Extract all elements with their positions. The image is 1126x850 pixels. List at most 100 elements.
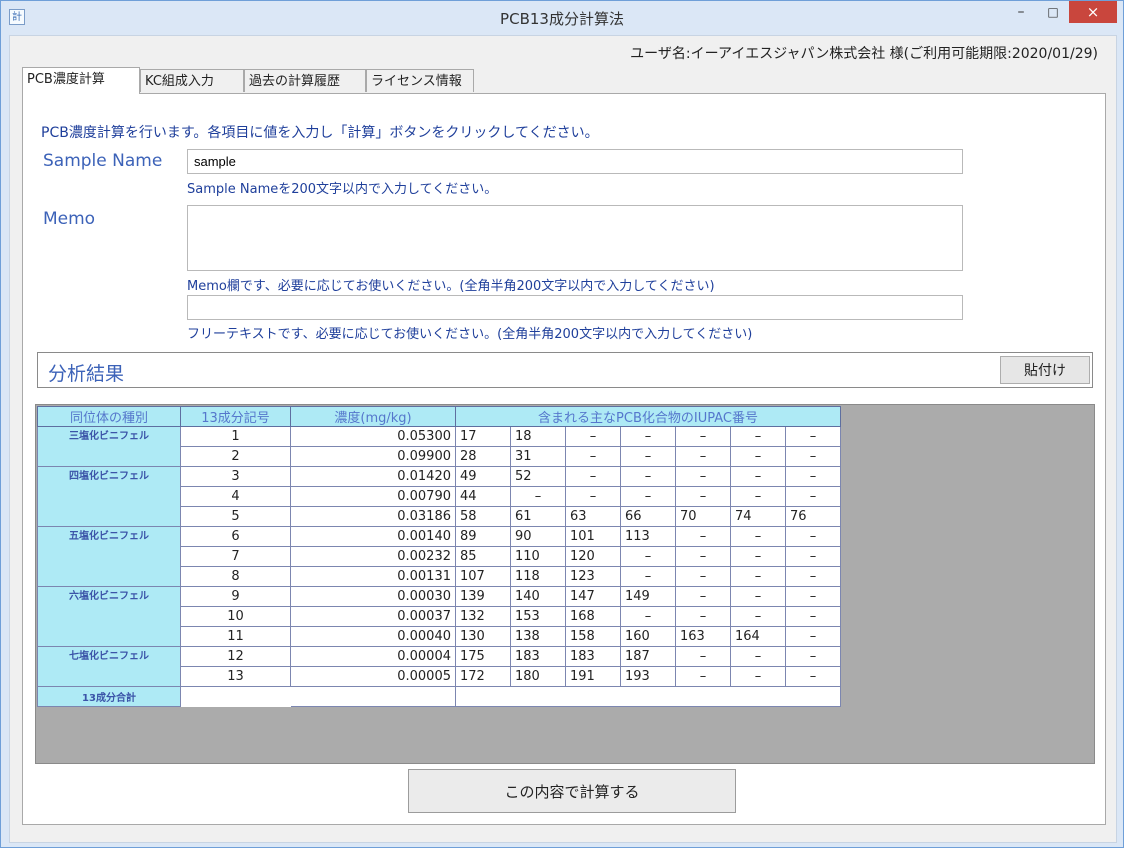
iupac-cell[interactable]: – <box>785 446 841 467</box>
iupac-cell[interactable]: – <box>565 446 621 467</box>
isomer-group-cell[interactable]: 六塩化ビニフェル <box>37 586 181 647</box>
iupac-cell[interactable]: 163 <box>675 626 731 647</box>
code-cell[interactable]: 5 <box>180 506 291 527</box>
iupac-cell[interactable]: 147 <box>565 586 621 607</box>
code-cell[interactable]: 3 <box>180 466 291 487</box>
iupac-cell[interactable]: 172 <box>455 666 511 687</box>
memo-textarea[interactable] <box>187 205 963 271</box>
iupac-cell[interactable]: – <box>785 626 841 647</box>
tab-history[interactable]: 過去の計算履歴 <box>244 69 366 92</box>
iupac-cell[interactable]: 183 <box>510 646 566 667</box>
concentration-cell[interactable]: 0.00004 <box>290 646 456 667</box>
iupac-cell[interactable]: – <box>785 646 841 667</box>
code-cell[interactable]: 1 <box>180 426 291 447</box>
tab-kc-composition[interactable]: KC組成入力 <box>140 69 244 92</box>
iupac-cell[interactable]: 139 <box>455 586 511 607</box>
iupac-cell[interactable]: 107 <box>455 566 511 587</box>
iupac-cell[interactable]: 76 <box>785 506 841 527</box>
iupac-cell[interactable]: 49 <box>455 466 511 487</box>
iupac-cell[interactable]: – <box>675 526 731 547</box>
iupac-cell[interactable]: 153 <box>510 606 566 627</box>
iupac-cell[interactable]: 120 <box>565 546 621 567</box>
concentration-cell[interactable]: 0.09900 <box>290 446 456 467</box>
iupac-cell[interactable]: – <box>675 446 731 467</box>
iupac-cell[interactable]: 18 <box>510 426 566 447</box>
iupac-cell[interactable]: 110 <box>510 546 566 567</box>
code-cell[interactable]: 6 <box>180 526 291 547</box>
iupac-cell[interactable]: 193 <box>620 666 676 687</box>
iupac-cell[interactable]: – <box>730 446 786 467</box>
paste-button[interactable]: 貼付け <box>1000 356 1090 384</box>
iupac-cell[interactable]: – <box>620 466 676 487</box>
iupac-cell[interactable]: – <box>785 526 841 547</box>
iupac-cell[interactable]: – <box>675 586 731 607</box>
iupac-cell[interactable]: 52 <box>510 466 566 487</box>
concentration-cell[interactable]: 0.05300 <box>290 426 456 447</box>
iupac-cell[interactable]: 149 <box>620 586 676 607</box>
iupac-cell[interactable]: – <box>675 466 731 487</box>
col-header-iupac[interactable]: 含まれる主なPCB化合物のIUPAC番号 <box>455 406 841 427</box>
code-cell[interactable]: 7 <box>180 546 291 567</box>
iupac-cell[interactable]: 132 <box>455 606 511 627</box>
iupac-cell[interactable]: – <box>730 566 786 587</box>
iupac-cell[interactable]: 44 <box>455 486 511 507</box>
iupac-cell[interactable]: – <box>730 486 786 507</box>
calculate-button[interactable]: この内容で計算する <box>408 769 736 813</box>
iupac-cell[interactable]: 63 <box>565 506 621 527</box>
iupac-cell[interactable]: 89 <box>455 526 511 547</box>
iupac-cell[interactable]: – <box>675 486 731 507</box>
iupac-cell[interactable]: 123 <box>565 566 621 587</box>
code-cell[interactable]: 10 <box>180 606 291 627</box>
iupac-cell[interactable]: 101 <box>565 526 621 547</box>
isomer-group-cell[interactable]: 三塩化ビニフェル <box>37 426 181 467</box>
iupac-cell[interactable]: – <box>620 426 676 447</box>
col-header-isomer-type[interactable]: 同位体の種別 <box>37 406 181 427</box>
iupac-cell[interactable]: – <box>730 466 786 487</box>
iupac-cell[interactable]: 90 <box>510 526 566 547</box>
iupac-cell[interactable]: – <box>620 606 676 627</box>
iupac-cell[interactable]: – <box>730 646 786 667</box>
free-text-input[interactable] <box>187 295 963 320</box>
results-table[interactable]: 同位体の種別 13成分記号 濃度(mg/kg) 含まれる主なPCB化合物のIUP… <box>37 406 841 707</box>
iupac-cell[interactable]: – <box>565 486 621 507</box>
col-header-concentration[interactable]: 濃度(mg/kg) <box>290 406 456 427</box>
iupac-cell[interactable]: – <box>620 546 676 567</box>
iupac-cell[interactable]: 158 <box>565 626 621 647</box>
minimize-button[interactable]: – <box>1007 1 1035 23</box>
code-cell[interactable]: 12 <box>180 646 291 667</box>
iupac-cell[interactable]: – <box>785 566 841 587</box>
total-code-cell[interactable] <box>180 686 291 707</box>
isomer-group-cell[interactable]: 七塩化ビニフェル <box>37 646 181 687</box>
iupac-cell[interactable]: – <box>565 466 621 487</box>
iupac-cell[interactable]: – <box>620 486 676 507</box>
iupac-cell[interactable]: – <box>785 426 841 447</box>
iupac-cell[interactable]: 17 <box>455 426 511 447</box>
iupac-cell[interactable]: 180 <box>510 666 566 687</box>
concentration-cell[interactable]: 0.00131 <box>290 566 456 587</box>
total-iupac-cell[interactable] <box>455 686 841 707</box>
iupac-cell[interactable]: – <box>730 546 786 567</box>
total-value-cell[interactable] <box>290 686 456 707</box>
concentration-cell[interactable]: 0.00790 <box>290 486 456 507</box>
iupac-cell[interactable]: 74 <box>730 506 786 527</box>
concentration-cell[interactable]: 0.00030 <box>290 586 456 607</box>
iupac-cell[interactable]: 66 <box>620 506 676 527</box>
title-bar[interactable]: 計 PCB13成分計算法 – □ × <box>1 1 1123 35</box>
iupac-cell[interactable]: 118 <box>510 566 566 587</box>
concentration-cell[interactable]: 0.00140 <box>290 526 456 547</box>
iupac-cell[interactable]: – <box>620 566 676 587</box>
close-button[interactable]: × <box>1069 1 1117 23</box>
sample-name-input[interactable] <box>187 149 963 174</box>
iupac-cell[interactable]: – <box>785 666 841 687</box>
iupac-cell[interactable]: – <box>730 606 786 627</box>
iupac-cell[interactable]: 168 <box>565 606 621 627</box>
iupac-cell[interactable]: – <box>730 666 786 687</box>
concentration-cell[interactable]: 0.00040 <box>290 626 456 647</box>
code-cell[interactable]: 8 <box>180 566 291 587</box>
iupac-cell[interactable]: – <box>730 526 786 547</box>
concentration-cell[interactable]: 0.03186 <box>290 506 456 527</box>
iupac-cell[interactable]: – <box>620 446 676 467</box>
iupac-cell[interactable]: 58 <box>455 506 511 527</box>
iupac-cell[interactable]: – <box>675 646 731 667</box>
tab-pcb-concentration[interactable]: PCB濃度計算 <box>22 67 140 94</box>
